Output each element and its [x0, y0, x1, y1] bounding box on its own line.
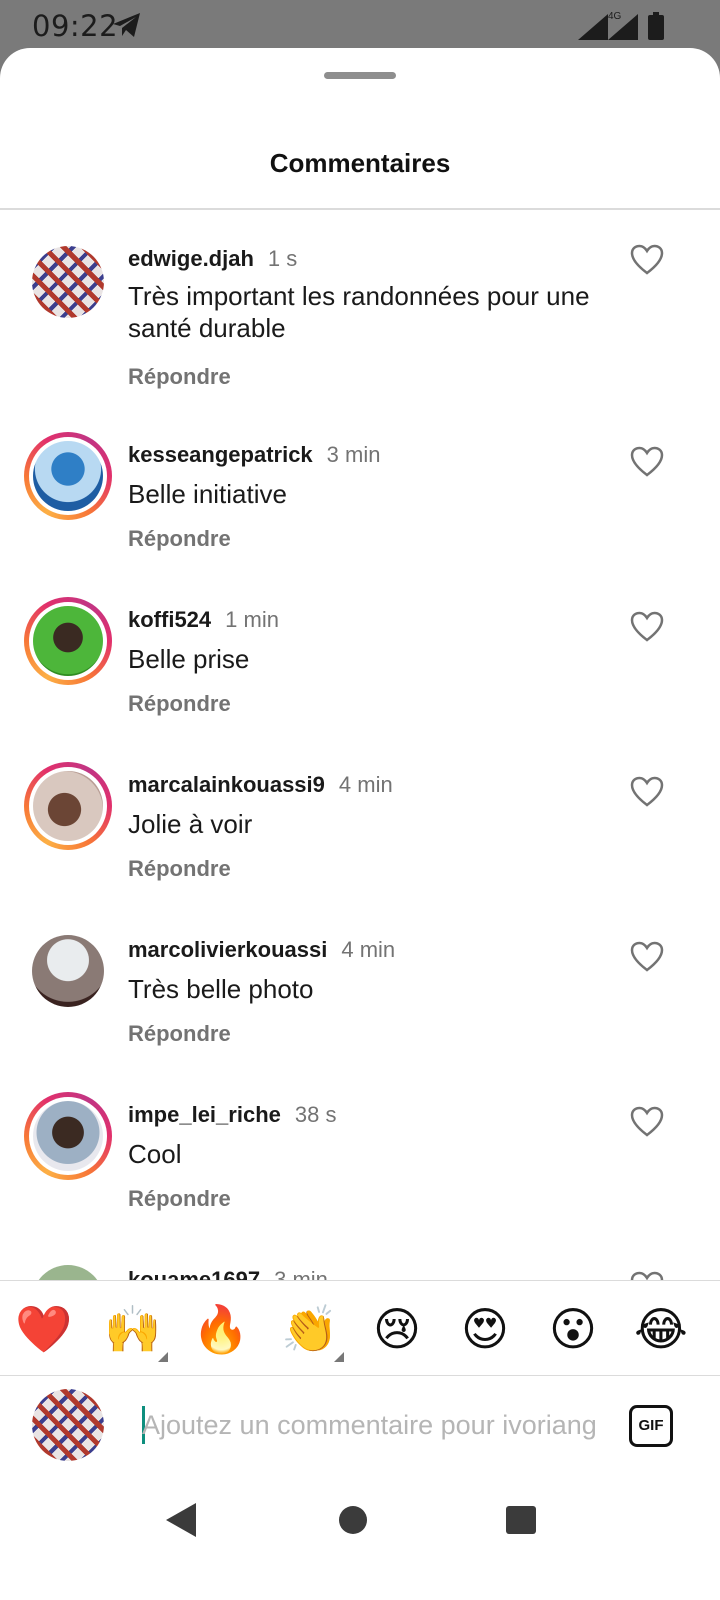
heart-icon[interactable]: [630, 776, 664, 808]
comment-text: Belle prise: [128, 644, 250, 674]
comment-username[interactable]: edwige.djah: [128, 246, 254, 271]
heart-icon[interactable]: [630, 611, 664, 643]
avatar-image: [32, 1265, 104, 1280]
reply-button[interactable]: Répondre: [128, 364, 231, 390]
divider: [0, 1375, 720, 1376]
skin-tone-indicator-icon: [334, 1352, 344, 1362]
emoji-crying-face[interactable]: 😢: [367, 1299, 427, 1359]
heart-icon[interactable]: [630, 244, 664, 276]
emoji-red-heart[interactable]: ❤️: [14, 1299, 74, 1359]
battery-icon: [648, 12, 664, 40]
avatar-image: [33, 1101, 103, 1171]
comment-username[interactable]: koffi524: [128, 607, 211, 632]
skin-tone-indicator-icon: [158, 1352, 168, 1362]
avatar[interactable]: [24, 238, 112, 326]
page-title: Commentaires: [269, 148, 451, 178]
comment-item: edwige.djah 1 s Très important les randon…: [0, 238, 720, 403]
comment-username[interactable]: marcalainkouassi9: [128, 772, 325, 797]
emoji-clapping-hands[interactable]: 👏: [280, 1299, 340, 1359]
comment-time: 4 min: [338, 772, 393, 797]
gif-button[interactable]: GIF: [629, 1405, 673, 1447]
avatar[interactable]: [24, 927, 112, 1015]
heart-icon[interactable]: [630, 1271, 664, 1280]
avatar-image: [32, 935, 104, 1007]
status-time: 09:22: [32, 9, 119, 43]
home-icon[interactable]: [339, 1506, 367, 1534]
comments-sheet: Commentaires edwige.djah 1 s Très importa…: [0, 48, 720, 1600]
comment-time: 4 min: [341, 937, 396, 962]
comment-text: Très important les randonnées pour une s…: [128, 281, 590, 343]
reply-button[interactable]: Répondre: [128, 1186, 231, 1212]
avatar: [32, 1389, 104, 1461]
comment-text: Belle initiative: [128, 479, 287, 509]
comment-time: 3 min: [274, 1267, 328, 1280]
emoji-surprised-face[interactable]: 😮: [543, 1299, 603, 1359]
comment-username[interactable]: impe_lei_riche: [128, 1102, 281, 1127]
reply-button[interactable]: Répondre: [128, 691, 231, 717]
back-icon[interactable]: [166, 1503, 196, 1537]
avatar[interactable]: [24, 1257, 112, 1280]
comment-time: 3 min: [326, 442, 381, 467]
comment-item: marcolivierkouassi 4 min Très belle photo…: [0, 927, 720, 1092]
emoji-tears-of-joy[interactable]: 😂: [631, 1299, 691, 1359]
reply-button[interactable]: Répondre: [128, 526, 231, 552]
comments-list[interactable]: edwige.djah 1 s Très important les randon…: [0, 210, 720, 1280]
comment-time: 1 s: [267, 246, 298, 271]
comment-item: kouame1697 3 min: [0, 1257, 720, 1280]
reply-button[interactable]: Répondre: [128, 1021, 231, 1047]
comment-item: kesseangepatrick 3 min Belle initiative R…: [0, 432, 720, 597]
comment-text: Cool: [128, 1139, 182, 1169]
avatar-image: [32, 246, 104, 318]
comment-text: Jolie à voir: [128, 809, 253, 839]
status-bar: 09:22 4G: [0, 0, 720, 50]
comment-input[interactable]: [142, 1403, 597, 1447]
reply-button[interactable]: Répondre: [128, 856, 231, 882]
avatar-image: [33, 771, 103, 841]
telegram-icon: [113, 13, 140, 37]
emoji-fire[interactable]: 🔥: [191, 1299, 251, 1359]
comment-username[interactable]: kouame1697: [128, 1267, 260, 1280]
emoji-heart-eyes[interactable]: 😍: [455, 1299, 515, 1359]
comment-time: 1 min: [225, 607, 279, 632]
comment-item: marcalainkouassi9 4 min Jolie à voir Répo…: [0, 762, 720, 927]
signal-icon: [608, 14, 638, 40]
comment-item: koffi524 1 min Belle prise Répondre: [0, 597, 720, 762]
emoji-raising-hands[interactable]: 🙌: [103, 1299, 163, 1359]
comment-username[interactable]: marcolivierkouassi: [128, 937, 327, 962]
emoji-quick-bar: ❤️ 🙌 🔥 👏 😢 😍 😮 😂: [0, 1281, 720, 1375]
avatar[interactable]: [24, 1092, 112, 1180]
heart-icon[interactable]: [630, 446, 664, 478]
avatar-image: [33, 441, 103, 511]
avatar[interactable]: [24, 432, 112, 520]
comment-item: impe_lei_riche 38 s Cool Répondre: [0, 1092, 720, 1257]
recents-icon[interactable]: [506, 1506, 536, 1534]
heart-icon[interactable]: [630, 941, 664, 973]
avatar[interactable]: [24, 762, 112, 850]
signal-icon: [578, 14, 608, 40]
comment-username[interactable]: kesseangepatrick: [128, 442, 313, 467]
avatar-image: [33, 606, 103, 676]
comment-text: Très belle photo: [128, 974, 314, 1004]
comment-time: 38 s: [294, 1102, 337, 1127]
drag-handle[interactable]: [324, 72, 396, 79]
heart-icon[interactable]: [630, 1106, 664, 1138]
avatar[interactable]: [24, 597, 112, 685]
